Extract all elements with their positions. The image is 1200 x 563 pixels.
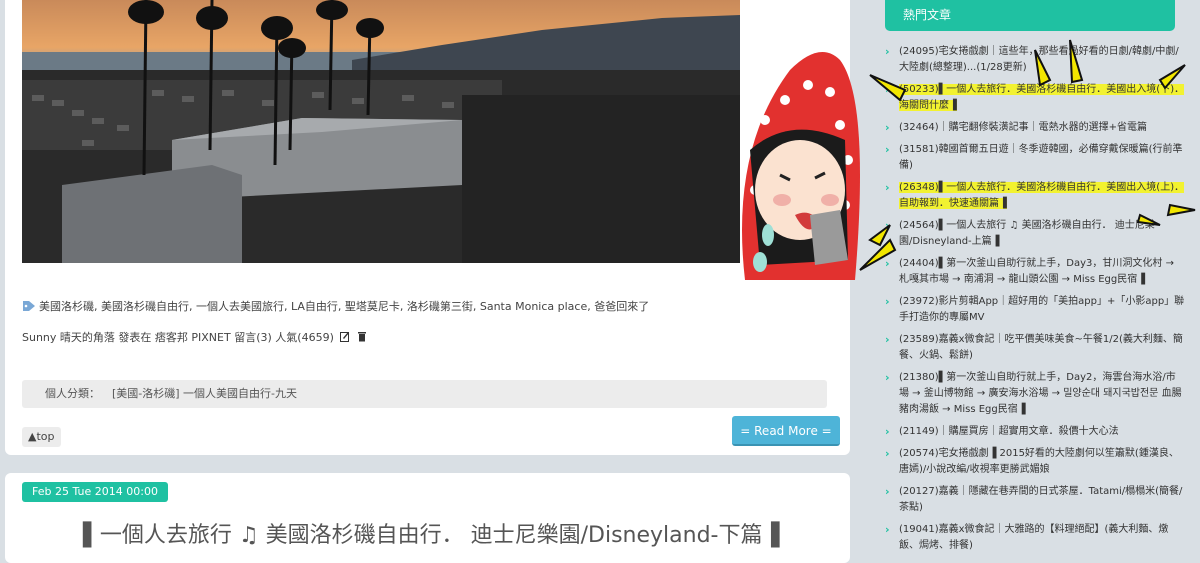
- next-post-title[interactable]: ▌一個人去旅行 ♫ 美國洛杉磯自由行． 迪士尼樂園/Disneyland-下篇▐: [83, 517, 779, 549]
- tag-icon: [22, 300, 36, 312]
- hot-article-item[interactable]: › (24564)▌一個人去旅行 ♫ 美國洛杉磯自由行． 迪士尼樂園/Disney…: [885, 218, 1185, 250]
- hot-article-link[interactable]: (24404)▌第一次釜山自助行就上手，Day3，甘川洞文化村 → 札嘎其市場 …: [899, 258, 1174, 285]
- hot-article-link[interactable]: (32464)｜購宅翻修裝潢記事｜電熱水器的選擇+省電篇: [899, 122, 1147, 133]
- hot-article-link[interactable]: (31581)韓國首爾五日遊｜冬季遊韓國，必備穿戴保暖篇(行前準備): [899, 144, 1183, 171]
- hot-article-link[interactable]: (23972)影片剪輯App｜超好用的「美拍app」+「小影app」聯手打造你的…: [899, 296, 1184, 323]
- santa-monica-photo-graphic: [22, 0, 740, 263]
- chevron-right-icon: ›: [885, 257, 890, 270]
- chevron-right-icon: ›: [885, 295, 890, 308]
- category-bar: 個人分類： [美國-洛杉磯] 一個人美國自由行-九天: [22, 380, 827, 408]
- hot-article-link[interactable]: (26348)▌一個人去旅行．美國洛杉磯自由行．美國出入境(上)．自助報到．快速…: [899, 182, 1185, 209]
- category-label: 個人分類：: [45, 387, 100, 400]
- hot-article-link[interactable]: (19041)嘉義x微食記｜大雅路的【料理絕配】(義大利麵、燉飯、焗烤、排餐): [899, 524, 1168, 551]
- edit-icon[interactable]: [340, 331, 350, 342]
- hot-article-link[interactable]: (20574)宅女捲戲劇▐ 2015好看的大陸劇何以笙簫默(鍾漢良、唐嫣)/小說…: [899, 448, 1179, 475]
- hot-article-item[interactable]: › (24404)▌第一次釜山自助行就上手，Day3，甘川洞文化村 → 札嘎其市場…: [885, 256, 1185, 288]
- hot-article-link[interactable]: (50233)▌一個人去旅行．美國洛杉磯自由行．美國出入境(下)．海關問什麼▐: [899, 84, 1185, 111]
- delete-icon[interactable]: [357, 331, 367, 342]
- chevron-right-icon: ›: [885, 45, 890, 58]
- hot-article-link[interactable]: (24095)宅女捲戲劇｜這些年，那些看過好看的日劇/韓劇/中劇/大陸劇(總整理…: [899, 46, 1179, 73]
- sidebar: 熱門文章 › (24095)宅女捲戲劇｜這些年，那些看過好看的日劇/韓劇/中劇/大…: [853, 0, 1200, 551]
- hot-articles-list: › (24095)宅女捲戲劇｜這些年，那些看過好看的日劇/韓劇/中劇/大陸劇(總整…: [885, 44, 1185, 560]
- chevron-right-icon: ›: [885, 143, 890, 156]
- post-byline: Sunny 晴天的角落 發表在 痞客邦 PIXNET 留言(3) 人氣(4659…: [22, 329, 367, 345]
- byline-text: Sunny 晴天的角落 發表在 痞客邦 PIXNET 留言(3) 人氣(4659…: [22, 331, 334, 344]
- chevron-right-icon: ›: [885, 425, 890, 438]
- tag-links[interactable]: 美國洛杉磯, 美國洛杉磯自由行, 一個人去美國旅行, LA自由行, 聖塔莫尼卡,…: [39, 300, 649, 313]
- hot-article-item[interactable]: › (21149)｜購屋買房｜超實用文章．殺價十大心法: [885, 424, 1185, 440]
- post-card: 美國洛杉磯, 美國洛杉磯自由行, 一個人去美國旅行, LA自由行, 聖塔莫尼卡,…: [5, 0, 850, 455]
- hot-article-item[interactable]: › (26348)▌一個人去旅行．美國洛杉磯自由行．美國出入境(上)．自助報到．快…: [885, 180, 1185, 212]
- hot-article-item[interactable]: › (21380)▌第一次釜山自助行就上手，Day2，海雲台海水浴/市場 → 釜山…: [885, 370, 1185, 418]
- chevron-right-icon: ›: [885, 485, 890, 498]
- post-date-badge: Feb 25 Tue 2014 00:00: [22, 482, 168, 502]
- chevron-right-icon: ›: [885, 83, 890, 96]
- hot-article-link[interactable]: (23589)嘉義x微食記｜吃平價美味美食~午餐1/2(義大利麵、簡餐、火鍋、鬆…: [899, 334, 1183, 361]
- post-photo[interactable]: [22, 0, 740, 263]
- chevron-right-icon: ›: [885, 219, 890, 232]
- hot-articles-header: 熱門文章: [885, 0, 1175, 31]
- hot-article-item[interactable]: › (23972)影片剪輯App｜超好用的「美拍app」+「小影app」聯手打造你…: [885, 294, 1185, 326]
- chevron-right-icon: ›: [885, 181, 890, 194]
- hot-article-link[interactable]: (21149)｜購屋買房｜超實用文章．殺價十大心法: [899, 426, 1119, 437]
- hot-article-link[interactable]: (24564)▌一個人去旅行 ♫ 美國洛杉磯自由行． 迪士尼樂園/Disneyl…: [899, 220, 1155, 247]
- chevron-right-icon: ›: [885, 333, 890, 346]
- chevron-right-icon: ›: [885, 121, 890, 134]
- hot-article-link[interactable]: (21380)▌第一次釜山自助行就上手，Day2，海雲台海水浴/市場 → 釜山博…: [899, 372, 1182, 415]
- hot-article-item[interactable]: › (32464)｜購宅翻修裝潢記事｜電熱水器的選擇+省電篇: [885, 120, 1185, 136]
- read-more-button[interactable]: = Read More =: [732, 416, 840, 446]
- hot-article-item[interactable]: › (20574)宅女捲戲劇▐ 2015好看的大陸劇何以笙簫默(鍾漢良、唐嫣)/小…: [885, 446, 1185, 478]
- hot-article-item[interactable]: › (31581)韓國首爾五日遊｜冬季遊韓國，必備穿戴保暖篇(行前準備): [885, 142, 1185, 174]
- hot-article-item[interactable]: › (50233)▌一個人去旅行．美國洛杉磯自由行．美國出入境(下)．海關問什麼▐: [885, 82, 1185, 114]
- chevron-right-icon: ›: [885, 523, 890, 536]
- chevron-right-icon: ›: [885, 447, 890, 460]
- back-to-top-button[interactable]: ▲top: [22, 427, 61, 447]
- chevron-right-icon: ›: [885, 371, 890, 384]
- hot-article-link[interactable]: (20127)嘉義｜隱藏在巷弄間的日式茶屋．Tatami/榻榻米(簡餐/茶點): [899, 486, 1182, 513]
- hot-article-item[interactable]: › (19041)嘉義x微食記｜大雅路的【料理絕配】(義大利麵、燉飯、焗烤、排餐): [885, 522, 1185, 554]
- post-tags: 美國洛杉磯, 美國洛杉磯自由行, 一個人去美國旅行, LA自由行, 聖塔莫尼卡,…: [22, 298, 649, 314]
- hot-article-item[interactable]: › (23589)嘉義x微食記｜吃平價美味美食~午餐1/2(義大利麵、簡餐、火鍋、…: [885, 332, 1185, 364]
- hot-article-item[interactable]: › (20127)嘉義｜隱藏在巷弄間的日式茶屋．Tatami/榻榻米(簡餐/茶點): [885, 484, 1185, 516]
- hot-article-item[interactable]: › (24095)宅女捲戲劇｜這些年，那些看過好看的日劇/韓劇/中劇/大陸劇(總整…: [885, 44, 1185, 76]
- category-link[interactable]: [美國-洛杉磯] 一個人美國自由行-九天: [112, 387, 297, 400]
